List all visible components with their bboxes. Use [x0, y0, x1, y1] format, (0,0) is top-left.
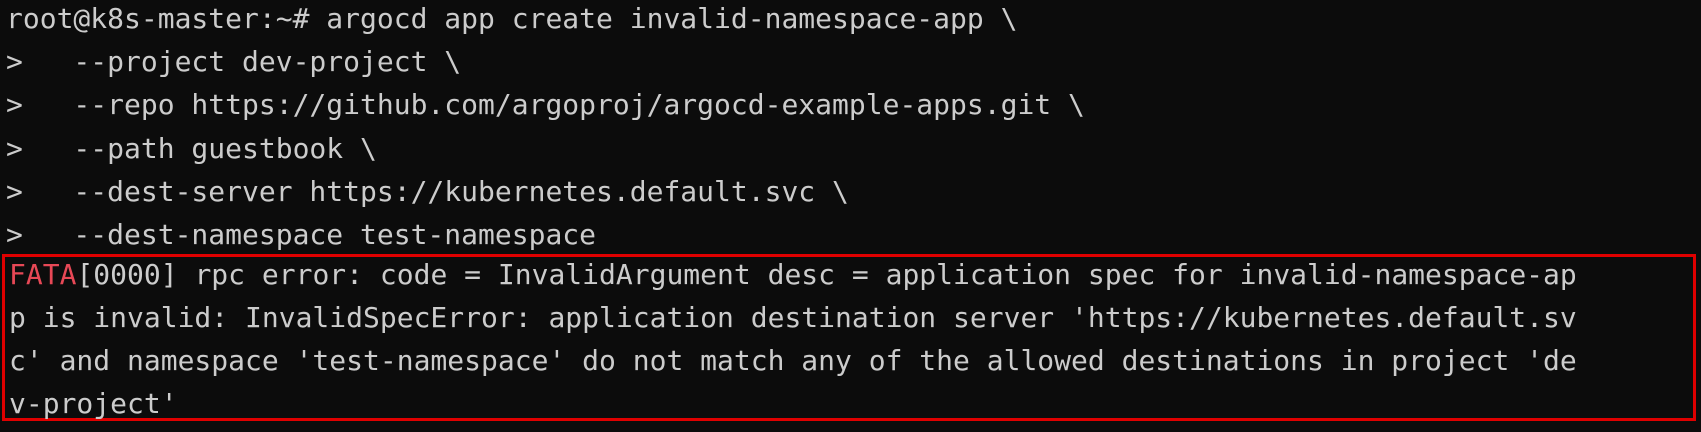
error-line-2: p is invalid: InvalidSpecError: applicat… [9, 301, 1577, 334]
error-line-1: FATA[0000] rpc error: code = InvalidArgu… [9, 253, 1577, 296]
error-text-1: [0000] rpc error: code = InvalidArgument… [76, 258, 1577, 291]
error-highlight-box: FATA[0000] rpc error: code = InvalidArgu… [2, 254, 1696, 421]
fata-level-label: FATA [9, 258, 77, 291]
command-continuation-repo: > --repo https://github.com/argoproj/arg… [6, 88, 1085, 121]
error-line-4: v-project' [9, 387, 178, 420]
terminal-window[interactable]: root@k8s-master:~# argocd app create inv… [0, 0, 1701, 432]
command-continuation-path: > --path guestbook \ [6, 132, 377, 165]
command-continuation-dest-server: > --dest-server https://kubernetes.defau… [6, 175, 849, 208]
error-line-3: c' and namespace 'test-namespace' do not… [9, 344, 1577, 377]
command-prompt-line: root@k8s-master:~# argocd app create inv… [6, 2, 1018, 35]
command-continuation-dest-namespace: > --dest-namespace test-namespace [6, 218, 597, 251]
command-continuation-project: > --project dev-project \ [6, 45, 462, 78]
